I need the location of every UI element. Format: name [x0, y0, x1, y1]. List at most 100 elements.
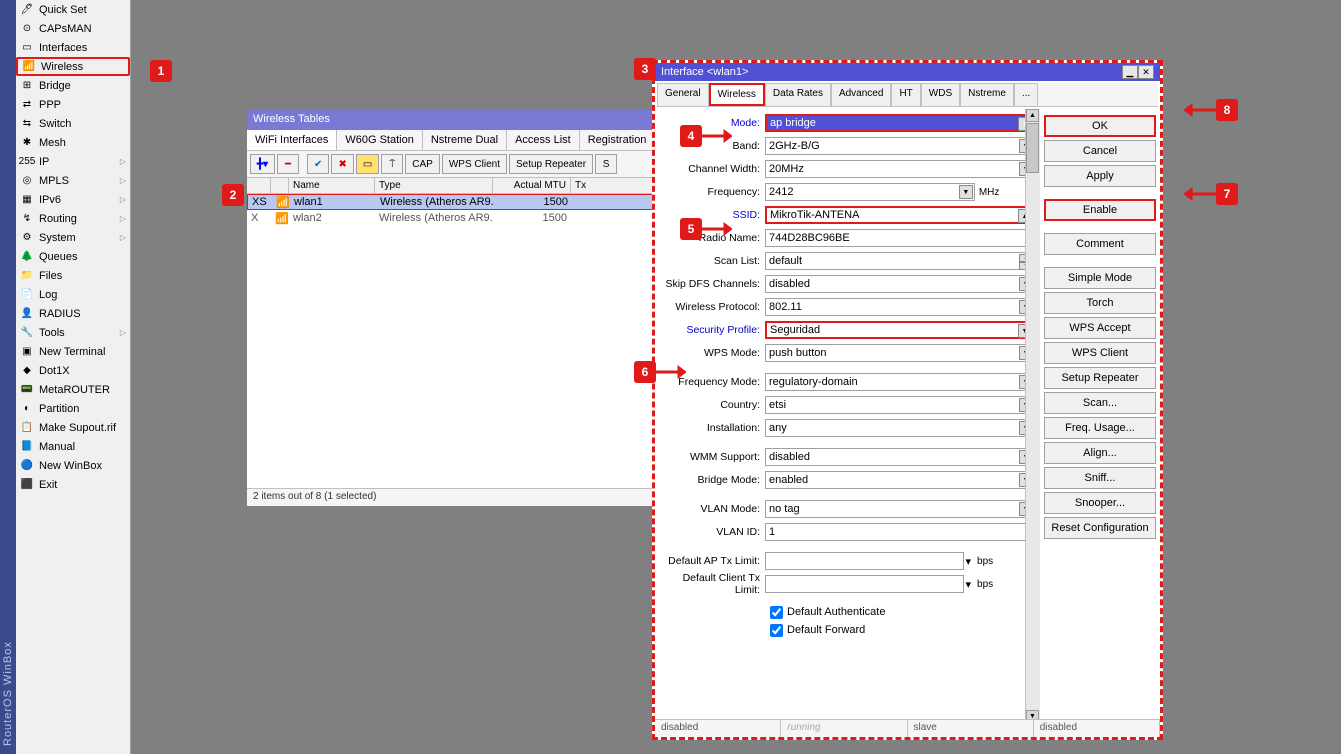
- disable-button[interactable]: ✖: [331, 154, 353, 174]
- sidebar-item-manual[interactable]: 📘Manual: [16, 437, 130, 456]
- add-button[interactable]: ╋▾: [250, 154, 275, 174]
- wps-accept-button[interactable]: WPS Accept: [1044, 317, 1156, 339]
- tab-wifi-interfaces[interactable]: WiFi Interfaces: [247, 130, 337, 150]
- sidebar-item-make-supout-rif[interactable]: 📋Make Supout.rif: [16, 418, 130, 437]
- s-button[interactable]: S: [595, 154, 617, 174]
- tab-wds[interactable]: WDS: [921, 83, 960, 106]
- wps-client-button[interactable]: WPS Client: [1044, 342, 1156, 364]
- frequency-mode-select[interactable]: regulatory-domain▼: [765, 373, 1035, 391]
- apply-button[interactable]: Apply: [1044, 165, 1156, 187]
- tab-nstreme-dual[interactable]: Nstreme Dual: [423, 130, 507, 150]
- sidebar-item-bridge[interactable]: ⊞Bridge: [16, 76, 130, 95]
- wmm-support-select[interactable]: disabled▼: [765, 448, 1035, 466]
- enable-button[interactable]: ✔: [307, 154, 329, 174]
- tab-ht[interactable]: HT: [891, 83, 920, 106]
- wireless-protocol-select[interactable]: 802.11▼: [765, 298, 1035, 316]
- sidebar-item-mesh[interactable]: ✱Mesh: [16, 133, 130, 152]
- installation-select[interactable]: any▼: [765, 419, 1035, 437]
- sidebar-item-system[interactable]: ⚙System▷: [16, 228, 130, 247]
- tab-general[interactable]: General: [657, 83, 709, 106]
- remove-button[interactable]: ━: [277, 154, 299, 174]
- scan-list-select[interactable]: default▲▼: [765, 252, 1035, 270]
- default-forward-checkbox[interactable]: [770, 624, 783, 637]
- sidebar-item-radius[interactable]: 👤RADIUS: [16, 304, 130, 323]
- sidebar-item-dot1x[interactable]: ◆Dot1X: [16, 361, 130, 380]
- bridge-mode-select[interactable]: enabled▼: [765, 471, 1035, 489]
- tab-registration[interactable]: Registration: [580, 130, 656, 150]
- enable-button[interactable]: Enable: [1044, 199, 1156, 221]
- channel-width-select[interactable]: 20MHz▼: [765, 160, 1035, 178]
- sidebar-item-metarouter[interactable]: 📟MetaROUTER: [16, 380, 130, 399]
- sidebar-item-routing[interactable]: ↯Routing▷: [16, 209, 130, 228]
- sidebar-item-ppp[interactable]: ⇄PPP: [16, 95, 130, 114]
- comment-button[interactable]: Comment: [1044, 233, 1156, 255]
- tab-access-list[interactable]: Access List: [507, 130, 580, 150]
- filter-button[interactable]: ⍑: [381, 154, 403, 174]
- callout-4: 4: [680, 125, 702, 147]
- torch-button[interactable]: Torch: [1044, 292, 1156, 314]
- sidebar-item-label: Manual: [39, 441, 75, 453]
- setup-repeater-button[interactable]: Setup Repeater: [1044, 367, 1156, 389]
- sidebar-item-wireless[interactable]: 📶Wireless: [16, 57, 130, 76]
- cancel-button[interactable]: Cancel: [1044, 140, 1156, 162]
- sidebar-item-log[interactable]: 📄Log: [16, 285, 130, 304]
- vlan-mode-select[interactable]: no tag▼: [765, 500, 1035, 518]
- sidebar-item-ipv6[interactable]: ▦IPv6▷: [16, 190, 130, 209]
- tab-wireless[interactable]: Wireless: [709, 83, 765, 106]
- close-icon[interactable]: ✕: [1138, 65, 1154, 79]
- skip-dfs-select[interactable]: disabled▼: [765, 275, 1035, 293]
- wps-mode-select[interactable]: push button▼: [765, 344, 1035, 362]
- client-tx-limit-input[interactable]: [765, 575, 964, 593]
- scan--button[interactable]: Scan...: [1044, 392, 1156, 414]
- sidebar-item-exit[interactable]: ⬛Exit: [16, 475, 130, 494]
- chevron-right-icon: ▷: [120, 328, 126, 337]
- window-title[interactable]: Interface <wlan1> ▁ ✕: [655, 63, 1160, 81]
- callout-3: 3: [634, 58, 656, 80]
- tab--[interactable]: ...: [1014, 83, 1038, 106]
- band-select[interactable]: 2GHz-B/G▼: [765, 137, 1035, 155]
- align--button[interactable]: Align...: [1044, 442, 1156, 464]
- country-select[interactable]: etsi▼: [765, 396, 1035, 414]
- ssid-input[interactable]: MikroTik-ANTENA▲: [765, 206, 1035, 224]
- sidebar-item-new-terminal[interactable]: ▣New Terminal: [16, 342, 130, 361]
- vlan-id-input[interactable]: 1: [765, 523, 1035, 541]
- freq-usage--button[interactable]: Freq. Usage...: [1044, 417, 1156, 439]
- sidebar-item-quick-set[interactable]: 🖊Quick Set: [16, 0, 130, 19]
- sidebar-item-ip[interactable]: 255IP▷: [16, 152, 130, 171]
- table-row[interactable]: X📶wlan2Wireless (Atheros AR9...1500: [247, 210, 653, 226]
- window-title[interactable]: Wireless Tables: [247, 110, 653, 130]
- tab-w60g-station[interactable]: W60G Station: [337, 130, 422, 150]
- default-authenticate-checkbox[interactable]: [770, 606, 783, 619]
- frequency-select[interactable]: 2412▼: [765, 183, 975, 201]
- sidebar-item-queues[interactable]: 🌲Queues: [16, 247, 130, 266]
- sidebar-item-capsman[interactable]: ⊙CAPsMAN: [16, 19, 130, 38]
- table-row[interactable]: XS📶wlan1Wireless (Atheros AR9...1500: [247, 194, 653, 210]
- ap-tx-limit-input[interactable]: [765, 552, 964, 570]
- reset-configuration-button[interactable]: Reset Configuration: [1044, 517, 1156, 539]
- ok-button[interactable]: OK: [1044, 115, 1156, 137]
- minimize-icon[interactable]: ▁: [1122, 65, 1138, 79]
- tab-data-rates[interactable]: Data Rates: [765, 83, 831, 106]
- sidebar-item-files[interactable]: 📁Files: [16, 266, 130, 285]
- sidebar-item-partition[interactable]: ◐Partition: [16, 399, 130, 418]
- security-profile-select[interactable]: Seguridad▼: [765, 321, 1035, 339]
- mode-select[interactable]: ap bridge▼: [765, 114, 1035, 132]
- snooper--button[interactable]: Snooper...: [1044, 492, 1156, 514]
- scrollbar[interactable]: ▲▼: [1025, 109, 1040, 723]
- simple-mode-button[interactable]: Simple Mode: [1044, 267, 1156, 289]
- setup-repeater-button[interactable]: Setup Repeater: [509, 154, 593, 174]
- sidebar-item-new-winbox[interactable]: 🔵New WinBox: [16, 456, 130, 475]
- tab-nstreme[interactable]: Nstreme: [960, 83, 1014, 106]
- comment-button[interactable]: ▭: [356, 154, 379, 174]
- menu-icon: ◆: [20, 364, 34, 378]
- menu-icon: ⊞: [20, 79, 34, 93]
- tab-advanced[interactable]: Advanced: [831, 83, 891, 106]
- sidebar-item-mpls[interactable]: ◎MPLS▷: [16, 171, 130, 190]
- sidebar-item-tools[interactable]: 🔧Tools▷: [16, 323, 130, 342]
- sniff--button[interactable]: Sniff...: [1044, 467, 1156, 489]
- cap-button[interactable]: CAP: [405, 154, 440, 174]
- radio-name-input[interactable]: 744D28BC96BE: [765, 229, 1035, 247]
- sidebar-item-interfaces[interactable]: ▭Interfaces: [16, 38, 130, 57]
- wps-client-button[interactable]: WPS Client: [442, 154, 507, 174]
- sidebar-item-switch[interactable]: ⇆Switch: [16, 114, 130, 133]
